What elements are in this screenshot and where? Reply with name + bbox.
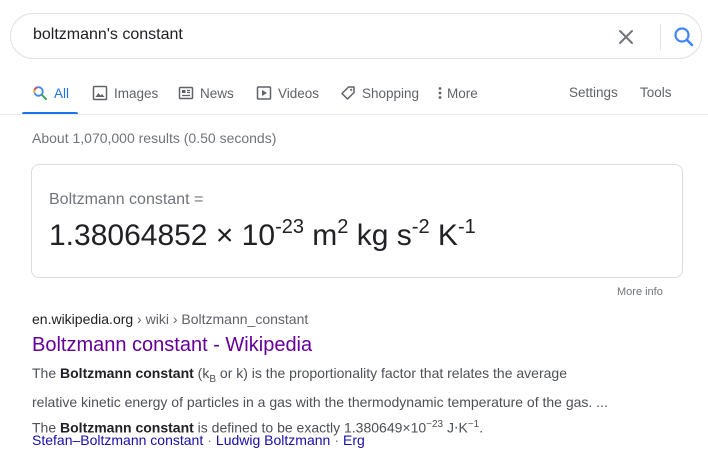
tabs-divider bbox=[0, 114, 708, 115]
tab-images[interactable]: Images bbox=[92, 85, 158, 101]
tab-videos-label: Videos bbox=[278, 85, 320, 101]
answer-card: Boltzmann constant = 1.38064852 × 10-23 … bbox=[31, 164, 683, 278]
more-info-link[interactable]: More info bbox=[617, 286, 663, 298]
tab-shopping[interactable]: Shopping bbox=[340, 85, 419, 101]
tools-link[interactable]: Tools bbox=[640, 85, 672, 100]
sitelinks: Stefan–Boltzmann constant · Ludwig Boltzma… bbox=[32, 432, 365, 448]
search-input[interactable]: boltzmann's constant bbox=[33, 26, 183, 44]
settings-label: Settings bbox=[569, 85, 618, 100]
answer-mantissa: 1.38064852 × 10 bbox=[49, 219, 276, 252]
result-site: en.wikipedia.org bbox=[32, 311, 134, 327]
tab-news[interactable]: News bbox=[178, 85, 234, 101]
image-icon bbox=[92, 85, 108, 101]
sitelink-separator: · bbox=[334, 432, 339, 448]
sitelink-ludwig-boltzmann[interactable]: Ludwig Boltzmann bbox=[216, 432, 330, 448]
tag-icon bbox=[340, 85, 356, 101]
video-icon bbox=[256, 85, 272, 101]
result-stats: About 1,070,000 results (0.50 seconds) bbox=[32, 130, 277, 146]
search-icon[interactable] bbox=[671, 24, 697, 50]
answer-exp-m: 2 bbox=[337, 216, 349, 238]
result-cite[interactable]: en.wikipedia.org › wiki › Boltzmann_cons… bbox=[32, 311, 308, 327]
tools-label: Tools bbox=[640, 85, 672, 100]
search-tabs: All Images News Videos Shopping More Set… bbox=[0, 76, 708, 115]
sitelink-erg[interactable]: Erg bbox=[343, 432, 365, 448]
sitelink-separator: · bbox=[207, 432, 212, 448]
tab-images-label: Images bbox=[114, 85, 159, 101]
answer-unit-kg-s: kg s bbox=[348, 219, 412, 252]
answer-value: 1.38064852 × 10-23 m2 kg s-2 K-1 bbox=[49, 216, 476, 253]
answer-exp-10: -23 bbox=[275, 216, 304, 238]
result-path: › wiki › Boltzmann_constant bbox=[133, 311, 309, 327]
search-divider bbox=[660, 24, 661, 50]
answer-exp-s: -2 bbox=[411, 216, 430, 238]
answer-label: Boltzmann constant = bbox=[49, 191, 204, 208]
search-bar[interactable]: boltzmann's constant bbox=[10, 13, 702, 59]
tab-all-label: All bbox=[54, 85, 70, 101]
tab-more-label: More bbox=[447, 85, 478, 101]
answer-unit-k: K bbox=[429, 219, 458, 252]
more-dots-icon bbox=[436, 85, 444, 101]
result-snippet: The Boltzmann constant (kB or k) is the … bbox=[32, 365, 608, 436]
result-title-link[interactable]: Boltzmann constant - Wikipedia bbox=[32, 334, 312, 357]
tab-news-label: News bbox=[200, 85, 234, 101]
clear-icon[interactable] bbox=[614, 25, 638, 49]
tab-videos[interactable]: Videos bbox=[256, 85, 319, 101]
settings-link[interactable]: Settings bbox=[569, 85, 618, 100]
answer-unit-m: m bbox=[303, 219, 338, 252]
news-icon bbox=[178, 85, 194, 101]
sitelink-stefan-boltzmann[interactable]: Stefan–Boltzmann constant bbox=[32, 432, 203, 448]
answer-exp-k: -1 bbox=[457, 216, 476, 238]
search-icon bbox=[32, 85, 48, 101]
tab-all[interactable]: All bbox=[32, 85, 69, 101]
tab-shopping-label: Shopping bbox=[362, 85, 420, 101]
tab-more[interactable]: More bbox=[436, 85, 478, 101]
